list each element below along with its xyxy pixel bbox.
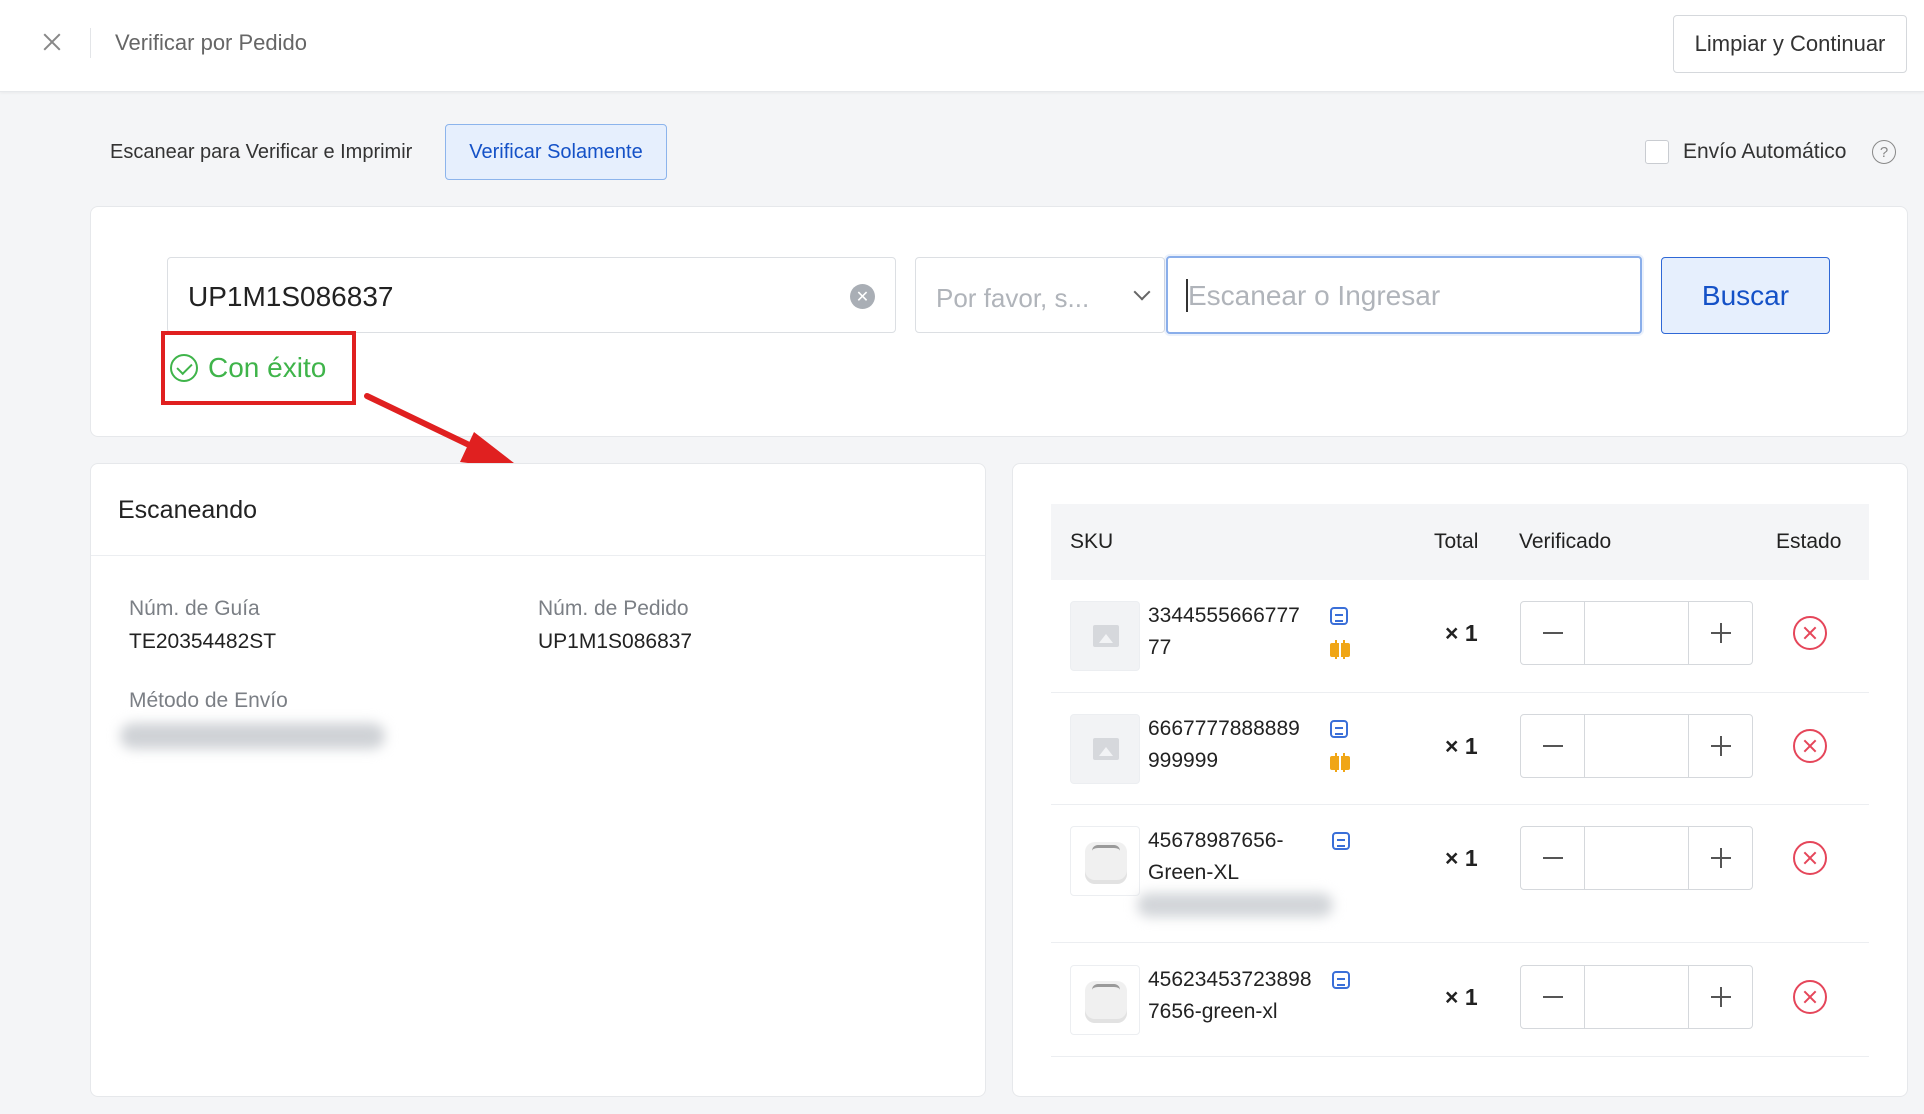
verified-quantity-input[interactable] <box>1586 966 1688 1028</box>
sku-tag-icon <box>1330 720 1348 738</box>
gift-icon <box>1329 636 1351 658</box>
decrement-button[interactable] <box>1521 827 1585 889</box>
status-error-icon[interactable] <box>1793 980 1827 1014</box>
scanning-card-header: Escaneando <box>91 464 985 556</box>
total-quantity: × 1 <box>1445 620 1478 646</box>
verified-quantity-stepper[interactable] <box>1520 965 1753 1029</box>
total-quantity: × 1 <box>1445 845 1478 871</box>
sku-line-2: Green-XL <box>1148 861 1240 884</box>
status-error-icon[interactable] <box>1793 616 1827 650</box>
image-placeholder-icon <box>1070 601 1140 671</box>
verified-quantity-input[interactable] <box>1586 827 1688 889</box>
sku-tag-icon <box>1330 607 1348 625</box>
sku-tag-icon <box>1332 971 1350 989</box>
increment-button[interactable] <box>1688 827 1752 889</box>
verified-quantity-input[interactable] <box>1586 602 1688 664</box>
order-number-detail: UP1M1S086837 <box>538 630 693 653</box>
redacted-text <box>1137 893 1333 917</box>
total-quantity: × 1 <box>1445 984 1478 1010</box>
sku-line-2: 7656-green-xl <box>1148 1000 1278 1023</box>
scanning-card: Escaneando <box>90 463 986 1097</box>
image-placeholder-icon <box>1070 714 1140 784</box>
order-number-label: Núm. de Pedido <box>538 597 689 620</box>
decrement-button[interactable] <box>1521 966 1585 1028</box>
status-error-icon[interactable] <box>1793 841 1827 875</box>
total-quantity: × 1 <box>1445 733 1478 759</box>
product-image <box>1070 826 1140 896</box>
gift-icon <box>1329 749 1351 771</box>
scanning-title: Escaneando <box>118 496 258 524</box>
guide-number-label: Núm. de Guía <box>129 597 260 620</box>
shipping-method-redacted <box>120 723 385 749</box>
product-image <box>1070 965 1140 1035</box>
sku-line-1: 45678987656- <box>1148 829 1284 852</box>
sku-line-1: 6667777888889 <box>1148 717 1300 740</box>
verified-quantity-stepper[interactable] <box>1520 826 1753 890</box>
shipping-method-label: Método de Envío <box>129 689 288 712</box>
col-header-verified: Verificado <box>1519 530 1612 553</box>
col-header-total: Total <box>1434 530 1479 553</box>
verified-quantity-input[interactable] <box>1586 715 1688 777</box>
increment-button[interactable] <box>1688 602 1752 664</box>
col-header-sku: SKU <box>1070 530 1114 553</box>
guide-number-value: TE20354482ST <box>129 630 277 653</box>
status-error-icon[interactable] <box>1793 729 1827 763</box>
increment-button[interactable] <box>1688 966 1752 1028</box>
decrement-button[interactable] <box>1521 602 1585 664</box>
decrement-button[interactable] <box>1521 715 1585 777</box>
increment-button[interactable] <box>1688 715 1752 777</box>
verified-quantity-stepper[interactable] <box>1520 601 1753 665</box>
sku-line-1: 3344555666777 <box>1148 604 1300 627</box>
sku-line-2: 999999 <box>1148 749 1219 772</box>
sku-line-2: 77 <box>1148 636 1172 659</box>
verified-quantity-stepper[interactable] <box>1520 714 1753 778</box>
sku-line-1: 45623453723898 <box>1148 968 1312 991</box>
col-header-status: Estado <box>1776 530 1842 553</box>
sku-tag-icon <box>1332 832 1350 850</box>
